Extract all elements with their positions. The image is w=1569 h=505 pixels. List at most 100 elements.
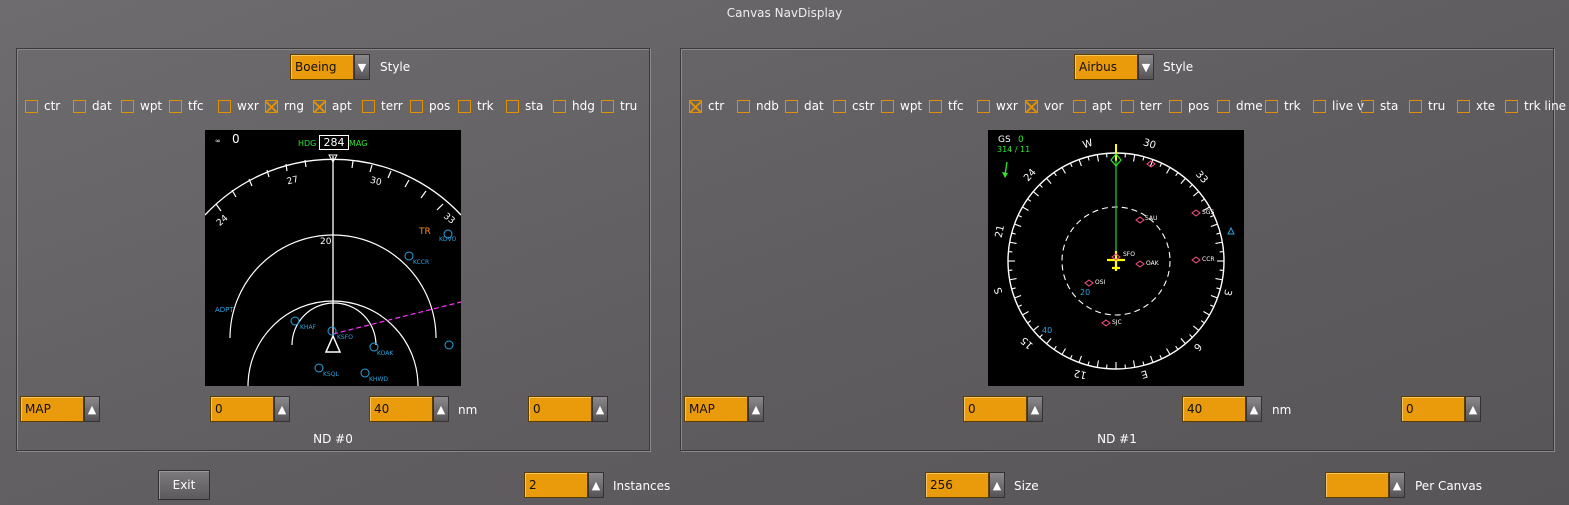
nd1-checkbox-terr[interactable]: terr [1121, 99, 1162, 113]
nd0-field1[interactable]: 0 ▲ [210, 396, 290, 422]
instances-value[interactable]: 2 [524, 472, 588, 498]
checkbox-box[interactable] [601, 99, 614, 113]
spin-up-icon[interactable]: ▲ [592, 396, 608, 422]
checkbox-label: sta [1380, 99, 1399, 113]
checkbox-box[interactable] [506, 99, 519, 113]
checkbox-box[interactable] [785, 99, 798, 113]
nd1-checkbox-pos[interactable]: pos [1169, 99, 1209, 113]
checkbox-box[interactable] [410, 99, 423, 113]
nd1-checkbox-wpt[interactable]: wpt [881, 99, 922, 113]
checkbox-box[interactable] [1505, 99, 1518, 113]
nd1-checkbox-trk-line[interactable]: trk line [1505, 99, 1566, 113]
nd0-checkbox-rng[interactable]: rng [265, 99, 304, 113]
checkbox-box[interactable] [553, 99, 566, 113]
nd1-checkbox-wxr[interactable]: wxr [977, 99, 1018, 113]
checkbox-box[interactable] [737, 99, 750, 113]
nd0-checkbox-ctr[interactable]: ctr [25, 99, 60, 113]
nd0-checkbox-hdg[interactable]: hdg [553, 99, 595, 113]
checkbox-box[interactable] [881, 99, 894, 113]
nd1-checkbox-tfc[interactable]: tfc [929, 99, 964, 113]
checkbox-box[interactable] [362, 99, 375, 113]
nd1-field3-value[interactable]: 0 [1401, 396, 1465, 422]
nd1-checkbox-vor[interactable]: vor [1025, 99, 1063, 113]
spin-up-icon[interactable]: ▲ [1389, 472, 1405, 498]
nd0-field3[interactable]: 0 ▲ [528, 396, 608, 422]
checkbox-box[interactable] [1121, 99, 1134, 113]
checkbox-box[interactable] [73, 99, 86, 113]
nd1-checkbox-dat[interactable]: dat [785, 99, 824, 113]
spin-up-icon[interactable]: ▲ [274, 396, 290, 422]
dropdown-icon[interactable]: ▼ [1138, 54, 1154, 80]
nd1-mode-dropdown[interactable]: MAP ▲ [684, 396, 764, 422]
checkbox-box[interactable] [121, 99, 134, 113]
checkbox-box[interactable] [1457, 99, 1470, 113]
checkbox-box[interactable] [1025, 99, 1038, 113]
nd1-checkbox-ctr[interactable]: ctr [689, 99, 724, 113]
nd1-checkbox-dme[interactable]: dme [1217, 99, 1263, 113]
checkbox-box[interactable] [25, 99, 38, 113]
spin-up-icon[interactable]: ▲ [1027, 396, 1043, 422]
spin-up-icon[interactable]: ▲ [748, 396, 764, 422]
nd0-field3-value[interactable]: 0 [528, 396, 592, 422]
checkbox-box[interactable] [1265, 99, 1278, 113]
size-field[interactable]: 256 ▲ [925, 472, 1005, 498]
nd0-checkbox-apt[interactable]: apt [313, 99, 352, 113]
nd0-checkbox-wpt[interactable]: wpt [121, 99, 162, 113]
nd0-mode-dropdown[interactable]: MAP ▲ [20, 396, 100, 422]
spin-up-icon[interactable]: ▲ [989, 472, 1005, 498]
checkbox-box[interactable] [265, 99, 278, 113]
dropdown-icon[interactable]: ▼ [354, 54, 370, 80]
checkbox-box[interactable] [929, 99, 942, 113]
nd0-style-dropdown[interactable]: Boeing ▼ [290, 54, 370, 80]
nd0-corner-value: 0 [232, 132, 240, 146]
checkbox-box[interactable] [977, 99, 990, 113]
nd1-checkbox-apt[interactable]: apt [1073, 99, 1112, 113]
nd0-checkbox-trk[interactable]: trk [458, 99, 494, 113]
nd0-checkbox-pos[interactable]: pos [410, 99, 450, 113]
per-canvas-value[interactable] [1325, 472, 1389, 498]
nd1-checkbox-cstr[interactable]: cstr [833, 99, 875, 113]
nd1-checkbox-trk[interactable]: trk [1265, 99, 1301, 113]
nd1-field3[interactable]: 0 ▲ [1401, 396, 1481, 422]
checkbox-box[interactable] [1409, 99, 1422, 113]
nd0-checkbox-dat[interactable]: dat [73, 99, 112, 113]
spin-up-icon[interactable]: ▲ [84, 396, 100, 422]
per-canvas-field[interactable]: ▲ [1325, 472, 1405, 498]
nd0-checkbox-wxr[interactable]: wxr [218, 99, 259, 113]
checkbox-box[interactable] [1217, 99, 1230, 113]
nd1-style-dropdown[interactable]: Airbus ▼ [1074, 54, 1154, 80]
nd0-field1-value[interactable]: 0 [210, 396, 274, 422]
size-value[interactable]: 256 [925, 472, 989, 498]
nd1-range-field[interactable]: 40 ▲ [1182, 396, 1262, 422]
spin-up-icon[interactable]: ▲ [1246, 396, 1262, 422]
checkbox-box[interactable] [313, 99, 326, 113]
checkbox-box[interactable] [218, 99, 231, 113]
nd1-field1[interactable]: 0 ▲ [963, 396, 1043, 422]
spin-up-icon[interactable]: ▲ [433, 396, 449, 422]
nd1-checkbox-tru[interactable]: tru [1409, 99, 1445, 113]
nd1-range-value[interactable]: 40 [1182, 396, 1246, 422]
checkbox-box[interactable] [833, 99, 846, 113]
checkbox-box[interactable] [458, 99, 471, 113]
nd0-checkbox-sta[interactable]: sta [506, 99, 543, 113]
spin-up-icon[interactable]: ▲ [588, 472, 604, 498]
nd0-range-value[interactable]: 40 [369, 396, 433, 422]
checkbox-box[interactable] [689, 99, 702, 113]
nd0-range-field[interactable]: 40 ▲ [369, 396, 449, 422]
nd1-checkbox-xte[interactable]: xte [1457, 99, 1495, 113]
nd0-checkbox-terr[interactable]: terr [362, 99, 403, 113]
nd1-field1-value[interactable]: 0 [963, 396, 1027, 422]
checkbox-box[interactable] [1313, 99, 1326, 113]
nd1-checkbox-sta[interactable]: sta [1361, 99, 1398, 113]
exit-button[interactable]: Exit [158, 470, 210, 500]
checkbox-box[interactable] [1361, 99, 1374, 113]
checkbox-box[interactable] [1073, 99, 1086, 113]
checkbox-box[interactable] [1169, 99, 1182, 113]
spin-up-icon[interactable]: ▲ [1465, 396, 1481, 422]
nd0-checkbox-tru[interactable]: tru [601, 99, 637, 113]
nd1-checkbox-ndb[interactable]: ndb [737, 99, 779, 113]
checkbox-box[interactable] [169, 99, 182, 113]
instances-field[interactable]: 2 ▲ [524, 472, 604, 498]
nd0-checkbox-tfc[interactable]: tfc [169, 99, 204, 113]
nd1-checkbox-live-v[interactable]: live v [1313, 99, 1364, 113]
